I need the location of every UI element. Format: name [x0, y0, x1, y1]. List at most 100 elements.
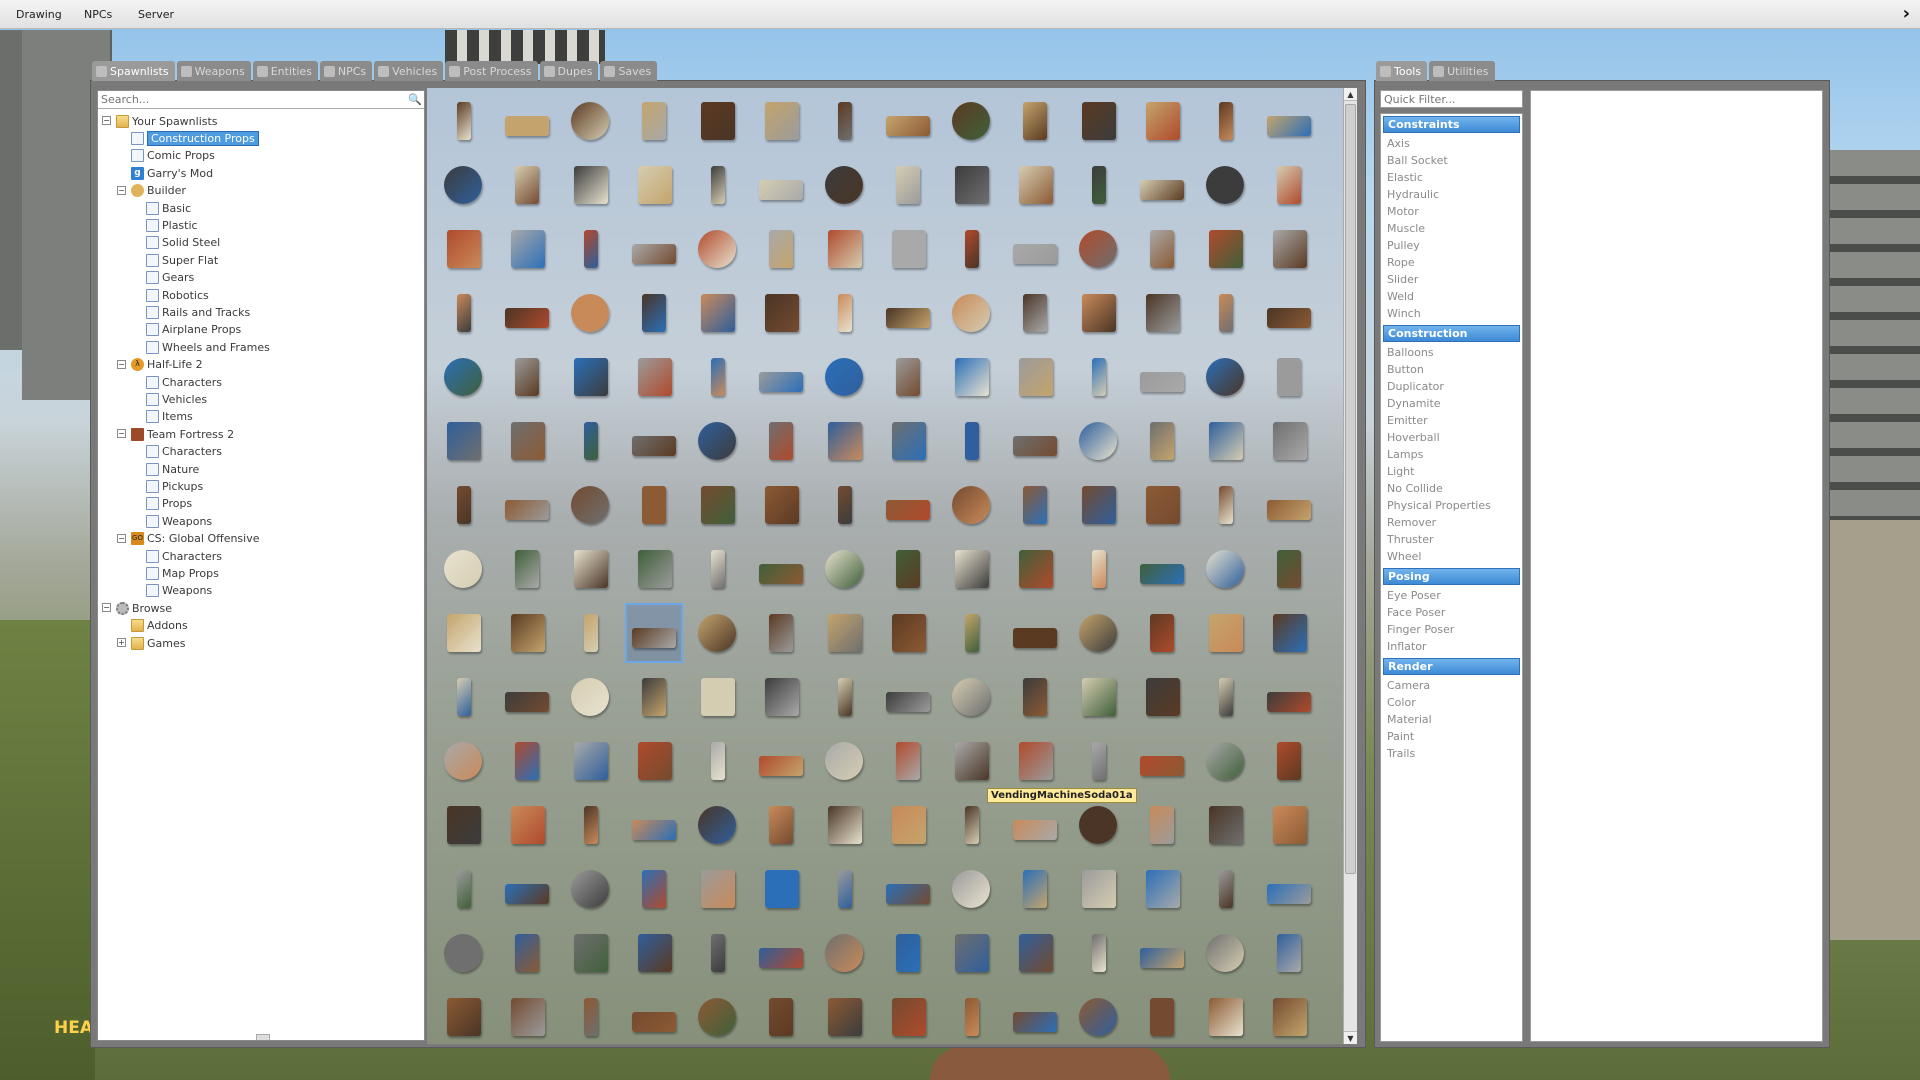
prop-icon[interactable]	[435, 604, 491, 662]
prop-icon[interactable]	[1261, 732, 1317, 790]
tree-node[interactable]: Nature	[146, 461, 199, 477]
prop-icon[interactable]	[1197, 540, 1253, 598]
prop-icon[interactable]	[689, 988, 745, 1044]
prop-grid-scrollbar[interactable]: ▲ ▼	[1343, 88, 1357, 1044]
prop-icon[interactable]	[689, 92, 745, 150]
tool-balloons[interactable]: Balloons	[1387, 344, 1434, 361]
tree-node[interactable]: Wheels and Frames	[146, 339, 270, 355]
prop-icon[interactable]	[435, 284, 491, 342]
tool-remover[interactable]: Remover	[1387, 514, 1436, 531]
tree-node[interactable]: − Builder	[117, 183, 186, 199]
tool-inflator[interactable]: Inflator	[1387, 638, 1426, 655]
tab-saves[interactable]: Saves	[600, 61, 658, 81]
prop-icon[interactable]	[880, 668, 936, 726]
prop-icon[interactable]	[626, 924, 682, 982]
tool-no-collide[interactable]: No Collide	[1387, 480, 1443, 497]
tree-node[interactable]: Characters	[146, 374, 222, 390]
prop-icon[interactable]	[880, 284, 936, 342]
prop-icon[interactable]	[626, 668, 682, 726]
prop-icon[interactable]	[626, 92, 682, 150]
prop-icon[interactable]	[1261, 348, 1317, 406]
tree-toggle-icon[interactable]: −	[117, 429, 126, 439]
prop-icon[interactable]	[753, 284, 809, 342]
prop-icon[interactable]	[1261, 476, 1317, 534]
tool-paint[interactable]: Paint	[1387, 728, 1414, 745]
tree-node[interactable]: Characters	[146, 444, 222, 460]
prop-icon[interactable]	[1007, 476, 1063, 534]
prop-icon[interactable]	[562, 796, 618, 854]
tool-color[interactable]: Color	[1387, 694, 1416, 711]
tree-node[interactable]: Addons	[131, 618, 188, 634]
tool-trails[interactable]: Trails	[1387, 745, 1415, 762]
prop-icon[interactable]	[689, 860, 745, 918]
prop-icon[interactable]	[1134, 412, 1190, 470]
prop-icon[interactable]	[816, 540, 872, 598]
prop-icon[interactable]	[1070, 860, 1126, 918]
prop-icon[interactable]	[499, 92, 555, 150]
prop-icon[interactable]	[1007, 540, 1063, 598]
prop-icon[interactable]	[1261, 604, 1317, 662]
prop-icon[interactable]	[689, 476, 745, 534]
tree-node[interactable]: Vehicles	[146, 391, 207, 407]
prop-icon[interactable]	[1197, 220, 1253, 278]
prop-icon[interactable]	[435, 668, 491, 726]
prop-icon[interactable]	[1070, 284, 1126, 342]
prop-icon[interactable]	[1261, 924, 1317, 982]
tree-node[interactable]: Rails and Tracks	[146, 304, 250, 320]
prop-icon[interactable]	[1134, 604, 1190, 662]
prop-icon[interactable]	[1134, 540, 1190, 598]
prop-icon[interactable]	[499, 540, 555, 598]
prop-icon[interactable]	[435, 220, 491, 278]
prop-icon[interactable]	[816, 476, 872, 534]
prop-icon[interactable]	[753, 540, 809, 598]
prop-icon[interactable]	[435, 732, 491, 790]
prop-icon[interactable]	[1197, 988, 1253, 1044]
prop-icon[interactable]	[816, 92, 872, 150]
tool-finger-poser[interactable]: Finger Poser	[1387, 621, 1454, 638]
tool-physical-properties[interactable]: Physical Properties	[1387, 497, 1491, 514]
prop-icon[interactable]	[689, 220, 745, 278]
prop-icon[interactable]	[880, 988, 936, 1044]
prop-icon[interactable]	[1070, 668, 1126, 726]
prop-icon[interactable]	[1261, 988, 1317, 1044]
tree-node[interactable]: Super Flat	[146, 252, 218, 268]
prop-icon[interactable]	[1007, 284, 1063, 342]
prop-icon[interactable]	[562, 540, 618, 598]
prop-icon[interactable]	[499, 284, 555, 342]
prop-icon[interactable]	[1134, 796, 1190, 854]
prop-icon[interactable]	[880, 220, 936, 278]
tree-node[interactable]: − Browse	[102, 600, 172, 616]
prop-icon[interactable]	[753, 156, 809, 214]
prop-icon[interactable]	[1007, 988, 1063, 1044]
prop-icon[interactable]	[1134, 220, 1190, 278]
prop-icon[interactable]	[562, 412, 618, 470]
prop-icon[interactable]	[435, 476, 491, 534]
prop-icon[interactable]	[880, 732, 936, 790]
prop-icon[interactable]	[562, 604, 618, 662]
prop-icon[interactable]	[1197, 732, 1253, 790]
prop-icon[interactable]	[1070, 476, 1126, 534]
prop-icon[interactable]	[1007, 156, 1063, 214]
prop-icon[interactable]	[626, 412, 682, 470]
prop-icon[interactable]	[1070, 156, 1126, 214]
prop-icon[interactable]	[816, 668, 872, 726]
prop-icon[interactable]	[1261, 220, 1317, 278]
prop-icon[interactable]	[499, 412, 555, 470]
chevron-right-icon[interactable]: ›	[1903, 3, 1910, 24]
tree-node[interactable]: Robotics	[146, 287, 209, 303]
tab-spawnlists[interactable]: Spawnlists	[92, 61, 175, 81]
scroll-thumb[interactable]	[1345, 104, 1356, 874]
prop-icon[interactable]	[1134, 476, 1190, 534]
prop-icon[interactable]	[1197, 668, 1253, 726]
prop-icon[interactable]	[880, 348, 936, 406]
prop-icon[interactable]	[1197, 156, 1253, 214]
prop-icon[interactable]	[753, 476, 809, 534]
prop-icon[interactable]	[499, 668, 555, 726]
prop-icon[interactable]	[1007, 412, 1063, 470]
prop-icon[interactable]	[1197, 924, 1253, 982]
prop-icon[interactable]	[943, 732, 999, 790]
tab-weapons[interactable]: Weapons	[176, 61, 251, 81]
prop-icon[interactable]	[1261, 284, 1317, 342]
prop-icon[interactable]	[435, 412, 491, 470]
prop-icon[interactable]	[753, 604, 809, 662]
